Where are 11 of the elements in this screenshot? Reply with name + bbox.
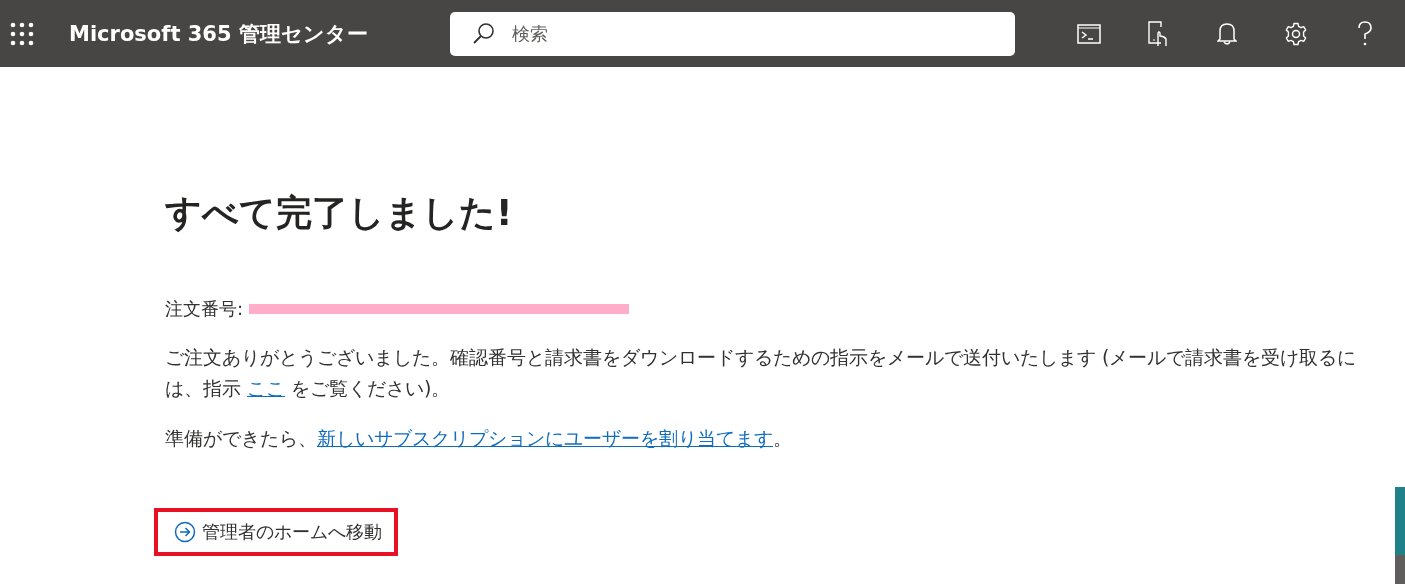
page-heading: すべて完了しました! <box>165 191 514 235</box>
confirmation-message: ご注文ありがとうございました。確認番号と請求書をダウンロードするための指示をメールで送付いたします (メールで請求書を受け取るには、指示 ここ をご覧ください)。 <box>165 345 1358 401</box>
assign-users-link[interactable]: 新しいサブスクリプションにユーザーを割り当てます <box>317 427 773 449</box>
search-field[interactable]: 検索 <box>449 11 1015 56</box>
search-icon <box>471 21 496 46</box>
here-link[interactable]: ここ <box>247 377 286 399</box>
next-step-text: 準備ができたら、新しいサブスクリプションにユーザーを割り当てます。 <box>165 426 793 451</box>
arrow-circle-icon <box>174 521 196 543</box>
app-title[interactable]: Microsoft 365 管理センター <box>69 19 368 48</box>
order-number-label: 注文番号: <box>165 297 244 321</box>
admin-home-link[interactable]: 管理者のホームへ移動 <box>154 508 398 556</box>
